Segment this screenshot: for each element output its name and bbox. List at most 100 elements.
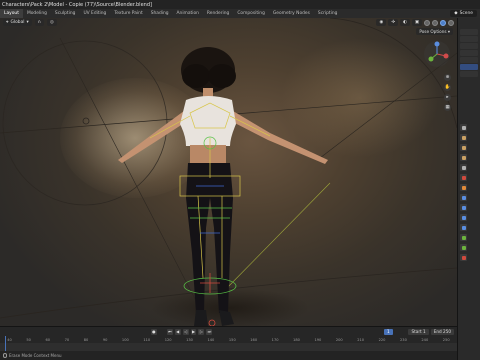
z-axis-icon — [434, 41, 440, 47]
step-forward-icon[interactable]: ▷ — [198, 328, 205, 335]
frame-tick: 40 — [7, 337, 12, 342]
workspace-bar: Layout Modeling Sculpting UV Editing Tex… — [0, 9, 480, 18]
frame-tick: 190 — [314, 337, 322, 342]
scene-selector[interactable]: ◆ Scene — [450, 10, 477, 17]
view-layer-tab[interactable] — [460, 154, 467, 161]
character-right-arm — [225, 108, 328, 164]
rendered-shading-button[interactable] — [448, 19, 454, 26]
jump-start-icon[interactable]: ⏮ — [166, 328, 173, 335]
bone-tab[interactable] — [460, 244, 467, 251]
properties-panel — [457, 18, 480, 360]
target-marker — [82, 117, 90, 125]
gizmo-toggle[interactable]: ✣ — [388, 19, 398, 26]
pose-options-dropdown[interactable]: Pose Options ▾ — [416, 28, 453, 35]
gizmo-icon: ✣ — [391, 20, 395, 25]
world-tab[interactable] — [460, 174, 467, 181]
outliner-row[interactable] — [460, 50, 478, 56]
tab-sculpting[interactable]: Sculpting — [51, 9, 80, 18]
wrench-icon — [461, 195, 466, 200]
record-button[interactable]: ● — [150, 328, 157, 335]
pan-hand-icon[interactable]: ✋ — [444, 84, 451, 91]
jump-end-icon[interactable]: ⏭ — [206, 328, 213, 335]
tab-shading[interactable]: Shading — [147, 9, 173, 18]
frame-tick: 210 — [357, 337, 365, 342]
frame-tick: 60 — [45, 337, 51, 342]
tab-modeling[interactable]: Modeling — [23, 9, 51, 18]
current-frame-field[interactable]: 1 — [383, 328, 393, 335]
zoom-icon[interactable]: ⊕ — [444, 74, 451, 81]
scene-tab[interactable] — [460, 164, 467, 171]
bone-icon — [461, 245, 466, 250]
step-back-icon[interactable]: ◀ — [174, 328, 181, 335]
scene-icon: ◆ — [454, 11, 458, 16]
output-tab[interactable] — [460, 144, 467, 151]
material-icon — [461, 255, 466, 260]
play-icon[interactable]: ▶ — [190, 328, 197, 335]
timeline-ruler[interactable]: 40 50 60 70 80 90 100 110 120 130 140 15… — [0, 336, 457, 343]
render-icon — [461, 135, 466, 140]
tab-rendering[interactable]: Rendering — [203, 9, 233, 18]
render-tab[interactable] — [460, 134, 467, 141]
start-frame-field[interactable]: Start 1 — [408, 328, 429, 335]
constraints-tab[interactable] — [460, 224, 467, 231]
snap-toggle[interactable]: ∩ — [34, 19, 44, 26]
object-icon — [461, 185, 466, 190]
tab-geometry-nodes[interactable]: Geometry Nodes — [269, 9, 314, 18]
tab-compositing[interactable]: Compositing — [233, 9, 269, 18]
material-tab[interactable] — [460, 254, 467, 261]
tool-tab[interactable] — [460, 124, 467, 131]
tab-layout[interactable]: Layout — [0, 9, 23, 18]
end-label: End — [433, 328, 442, 334]
frame-tick: 140 — [207, 337, 215, 342]
tab-scripting[interactable]: Scripting — [314, 9, 342, 18]
viewport-header: ⌖ Global ▾ ∩ ◎ ◉ ✣ ◐ ▣ — [0, 18, 457, 27]
modifier-tab[interactable] — [460, 194, 467, 201]
material-preview-button[interactable] — [440, 19, 446, 26]
outliner-row[interactable] — [460, 71, 478, 77]
frame-tick: 170 — [271, 337, 279, 342]
navigation-buttons: ⊕ ✋ ▸ ▦ — [444, 74, 451, 111]
proportional-edit-toggle[interactable]: ◎ — [46, 19, 57, 26]
frame-tick: 80 — [83, 337, 89, 342]
overlays-toggle[interactable]: ◐ — [400, 19, 410, 26]
tab-uv-editing[interactable]: UV Editing — [79, 9, 110, 18]
data-tab[interactable] — [460, 234, 467, 241]
object-tab[interactable] — [460, 184, 467, 191]
outliner-row[interactable] — [460, 43, 478, 49]
output-icon — [461, 145, 466, 150]
navigation-gizmo[interactable] — [423, 40, 451, 68]
transform-orientation-dropdown[interactable]: ⌖ Global ▾ — [3, 19, 32, 26]
scene-icon — [461, 165, 466, 170]
solid-shading-button[interactable] — [432, 19, 438, 26]
chevron-down-icon: ▾ — [447, 29, 450, 34]
visibility-dropdown[interactable]: ◉ — [376, 19, 387, 26]
perspective-grid-icon[interactable]: ▦ — [444, 104, 451, 111]
outliner-row[interactable] — [460, 57, 478, 63]
outliner-row[interactable] — [460, 29, 478, 35]
outliner-row[interactable] — [460, 36, 478, 42]
particles-tab[interactable] — [460, 204, 467, 211]
play-reverse-icon[interactable]: ◁ — [182, 328, 189, 335]
3d-viewport[interactable]: ⌖ Global ▾ ∩ ◎ ◉ ✣ ◐ ▣ Pose Options ▾ ⊕ … — [0, 18, 457, 326]
camera-icon[interactable]: ▸ — [444, 94, 451, 101]
start-value: 1 — [423, 328, 426, 334]
chevron-down-icon: ▾ — [26, 20, 29, 25]
tab-texture-paint[interactable]: Texture Paint — [110, 9, 146, 18]
status-hint: Erase Mode Context Menu — [3, 353, 62, 358]
frame-tick: 50 — [26, 337, 31, 342]
end-frame-field[interactable]: End 250 — [430, 328, 455, 335]
window-title: Characters\Pack 2\Model - Copie (77)\Sou… — [2, 1, 152, 8]
scene-label: Scene — [459, 11, 473, 16]
tab-animation[interactable]: Animation — [173, 9, 203, 18]
frame-tick: 200 — [335, 337, 343, 342]
outliner-row-selected[interactable] — [460, 64, 478, 70]
world-icon — [461, 175, 466, 180]
status-bar: Erase Mode Context Menu — [0, 351, 457, 360]
frame-tick: 180 — [293, 337, 300, 342]
wireframe-shading-button[interactable] — [424, 19, 430, 26]
playhead[interactable] — [5, 336, 6, 352]
particles-icon — [461, 205, 466, 210]
timeline-header: ● ⏮ ◀ ◁ ▶ ▷ ⏭ 1 Start 1 End 250 — [0, 327, 457, 336]
xray-toggle[interactable]: ▣ — [411, 19, 422, 26]
physics-tab[interactable] — [460, 214, 467, 221]
